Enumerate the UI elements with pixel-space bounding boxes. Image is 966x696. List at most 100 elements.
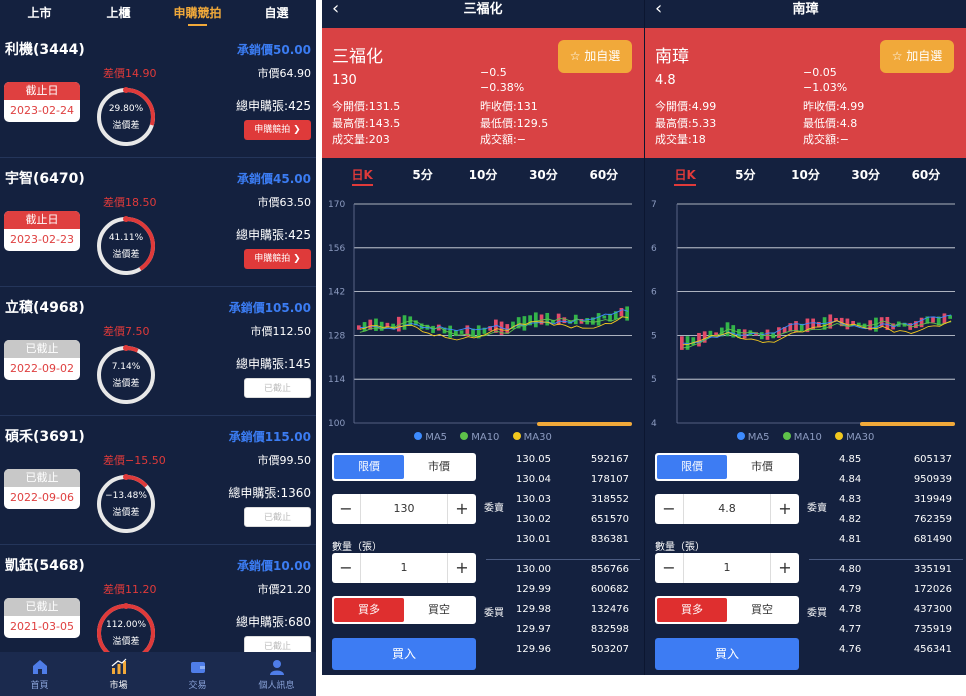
- premium-percent: −13.48%: [105, 491, 147, 501]
- tab-listed[interactable]: 上市: [0, 0, 79, 27]
- quantity-input[interactable]: 1: [360, 553, 448, 583]
- ask-row: 4.83 319949: [805, 494, 966, 514]
- nav-profile[interactable]: 個人訊息: [237, 652, 316, 696]
- bid-price: 129.97: [516, 624, 551, 635]
- bid-price: 4.79: [839, 584, 862, 595]
- tab-otc[interactable]: 上櫃: [79, 0, 158, 27]
- add-watchlist-button[interactable]: ☆ 加自選: [880, 40, 954, 73]
- minus-icon[interactable]: −: [655, 553, 683, 583]
- price-input[interactable]: 4.8: [683, 494, 771, 524]
- candle: [596, 313, 601, 326]
- ask-row: 130.01 836381: [482, 534, 644, 554]
- ask-volume: 681490: [913, 534, 952, 545]
- limit-order-option[interactable]: 限價: [334, 455, 404, 479]
- deadline-box: 已截止 2022-09-02: [4, 340, 80, 380]
- bid-price: 129.99: [516, 584, 551, 595]
- buy-button[interactable]: 買入: [332, 638, 476, 670]
- market-order-option[interactable]: 市價: [727, 455, 797, 479]
- buy-long-option[interactable]: 買多: [657, 598, 727, 622]
- ipo-card[interactable]: 立積(4968) 差價7.50 承銷價105.00 市價112.50 已截止 2…: [0, 287, 316, 416]
- ask-volume: 592167: [590, 454, 629, 465]
- plus-icon[interactable]: +: [448, 553, 476, 583]
- tab-period-4[interactable]: 60分: [574, 165, 634, 187]
- limit-order-option[interactable]: 限價: [657, 455, 727, 479]
- bid-volume: 172026: [913, 584, 952, 595]
- tab-ipo-auction[interactable]: 申購競拍: [158, 0, 237, 27]
- market-order-option[interactable]: 市價: [404, 455, 474, 479]
- price-stepper: − 130 +: [332, 494, 476, 524]
- bid-row: 4.79 172026: [805, 584, 966, 604]
- bid-row: 4.76 456341: [805, 644, 966, 664]
- price-stepper: − 4.8 +: [655, 494, 799, 524]
- bid-volume: 832598: [590, 624, 629, 635]
- tab-period-1[interactable]: 5分: [392, 165, 452, 187]
- quote-header: 南璋 4.8 −0.05 −1.03% 今開價:4.99 昨收價:4.99 最高…: [645, 28, 966, 158]
- quantity-label: 數量（張）: [655, 542, 705, 553]
- buy-button[interactable]: 買入: [655, 638, 799, 670]
- minus-icon[interactable]: −: [655, 494, 683, 524]
- bid-volume: 735919: [913, 624, 952, 635]
- deadline-box: 已截止 2022-09-06: [4, 469, 80, 509]
- buy-short-option[interactable]: 買空: [727, 598, 797, 622]
- bottom-nav: 首頁 市場 交易 個人訊息: [0, 652, 316, 696]
- total-subscription: 總申購張:1360: [228, 486, 311, 500]
- plus-icon[interactable]: +: [771, 494, 799, 524]
- tab-period-3[interactable]: 30分: [836, 165, 896, 187]
- add-watchlist-button[interactable]: ☆ 加自選: [558, 40, 632, 73]
- period-label: 60分: [589, 168, 619, 182]
- plus-icon[interactable]: +: [448, 494, 476, 524]
- side-toggle: 買多 買空: [332, 596, 476, 624]
- tab-period-2[interactable]: 10分: [453, 165, 513, 187]
- underwrite-price: 承銷價10.00: [237, 559, 311, 573]
- tab-period-2[interactable]: 10分: [775, 165, 835, 187]
- tab-period-0[interactable]: 日K: [655, 165, 715, 187]
- tab-period-0[interactable]: 日K: [332, 165, 392, 187]
- nav-market[interactable]: 市場: [79, 652, 158, 696]
- plus-icon[interactable]: +: [771, 553, 799, 583]
- minus-icon[interactable]: −: [332, 494, 360, 524]
- period-label: 30分: [529, 168, 558, 182]
- tab-period-4[interactable]: 60分: [896, 165, 956, 187]
- quantity-stepper: − 1 +: [655, 553, 799, 583]
- price-change-pct: −1.03%: [803, 81, 848, 94]
- ipo-card[interactable]: 宇智(6470) 差價18.50 承銷價45.00 市價63.50 截止日 20…: [0, 158, 316, 287]
- subscribe-button[interactable]: 申購競拍 ❯: [244, 249, 311, 269]
- buy-long-option[interactable]: 買多: [334, 598, 404, 622]
- deadline-box: 截止日 2023-02-24: [4, 82, 80, 122]
- bid-price: 4.77: [839, 624, 862, 635]
- ask-row: 4.85 605137: [805, 454, 966, 474]
- nav-trade[interactable]: 交易: [158, 652, 237, 696]
- quantity-input[interactable]: 1: [683, 553, 771, 583]
- minus-icon[interactable]: −: [332, 553, 360, 583]
- deadline-label: 已截止: [4, 598, 80, 616]
- ipo-card[interactable]: 利機(3444) 差價14.90 承銷價50.00 市價64.90 截止日 20…: [0, 29, 316, 158]
- kline-chart[interactable]: 7 6 6 5 5 4: [645, 195, 966, 431]
- candle: [459, 330, 464, 334]
- tab-period-3[interactable]: 30分: [513, 165, 573, 187]
- nav-home[interactable]: 首頁: [0, 652, 79, 696]
- premium-ring: 41.11% 溢價差: [96, 216, 156, 276]
- total-subscription: 總申購張:145: [236, 357, 311, 371]
- ask-volume: 950939: [913, 474, 952, 485]
- premium-label: 溢價差: [112, 379, 140, 389]
- bid-row: 129.98 132476: [482, 604, 644, 624]
- ask-volume: 651570: [590, 514, 629, 525]
- ask-volume: 319949: [913, 494, 952, 505]
- tab-watchlist[interactable]: 自選: [237, 0, 316, 27]
- ask-row: 130.04 178107: [482, 474, 644, 494]
- buy-short-option[interactable]: 買空: [404, 598, 474, 622]
- subscribe-button[interactable]: 申購競拍 ❯: [244, 120, 311, 140]
- ipo-card[interactable]: 碩禾(3691) 差價−15.50 承銷價115.00 市價99.50 已截止 …: [0, 416, 316, 545]
- back-chevron-icon[interactable]: ‹: [655, 0, 662, 18]
- ask-volume: 836381: [590, 534, 629, 545]
- tab-period-1[interactable]: 5分: [715, 165, 775, 187]
- ask-price: 130.03: [516, 494, 551, 505]
- back-chevron-icon[interactable]: ‹: [332, 0, 339, 18]
- ask-price: 130.01: [516, 534, 551, 545]
- kline-chart[interactable]: 170 156 142 128 114 100: [322, 195, 644, 431]
- price-input[interactable]: 130: [360, 494, 448, 524]
- y-tick-label: 5: [651, 375, 657, 385]
- quantity-stepper: − 1 +: [332, 553, 476, 583]
- stock-name: 宇智(6470): [5, 171, 85, 187]
- deadline-box: 截止日 2023-02-23: [4, 211, 80, 251]
